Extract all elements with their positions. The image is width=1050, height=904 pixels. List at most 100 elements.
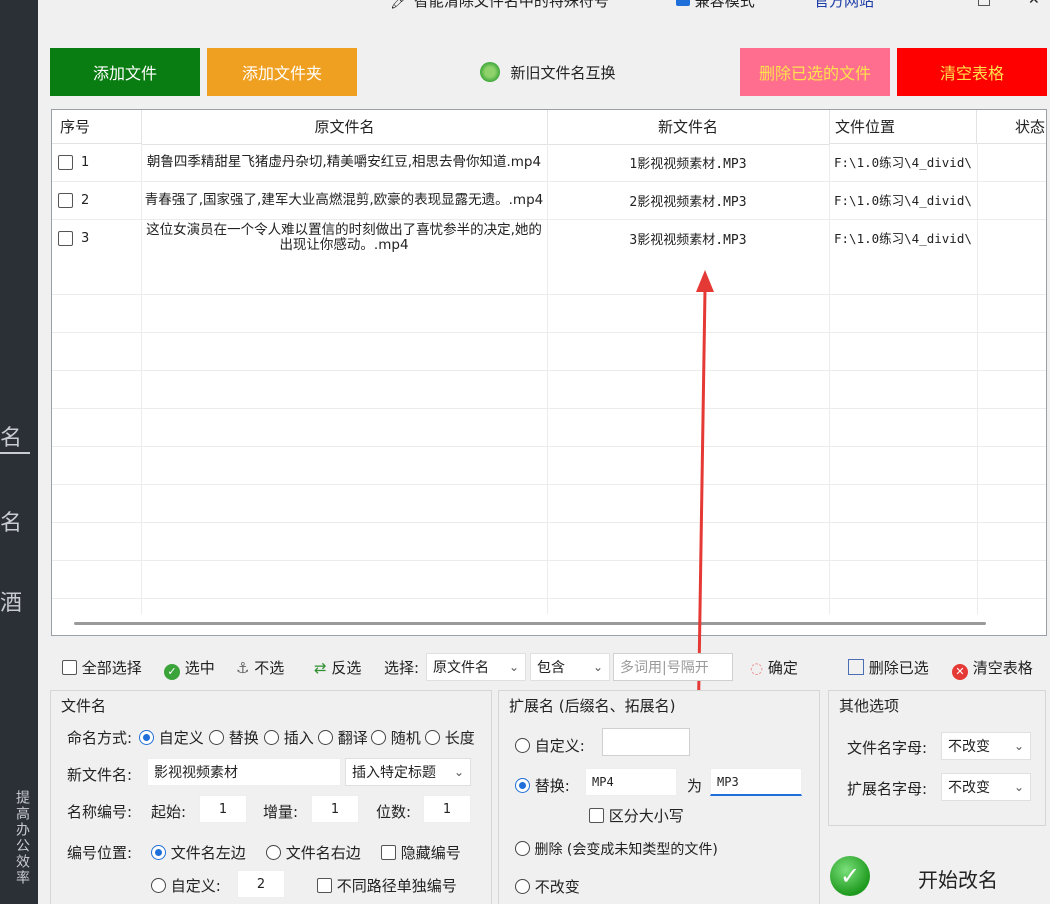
delete-icon xyxy=(848,659,864,675)
other-panel-title: 其他选项 xyxy=(839,697,900,715)
grid-column-line xyxy=(547,144,548,614)
other-options-panel: 其他选项 文件名字母: 不改变 ⌄ 扩展名字母: 不改变 ⌄ xyxy=(828,690,1046,826)
swap-names-button[interactable]: 新旧文件名互换 xyxy=(468,48,628,96)
new-name-cell: 3影视视频素材.MP3 xyxy=(629,232,747,248)
grid-column-line xyxy=(977,144,978,614)
new-name-input[interactable]: 影视视频素材 xyxy=(147,758,341,786)
position-right-radio[interactable]: 文件名右边 xyxy=(266,842,361,863)
mode-replace-radio[interactable]: 替换 xyxy=(209,727,259,748)
top-toolbar: 🖊 智能清除文件名中的特殊符号 兼容模式 官方网站 ✕ xyxy=(38,0,1050,10)
compat-mode-checkbox[interactable]: 兼容模式 xyxy=(676,0,755,10)
name-case-select[interactable]: 不改变 ⌄ xyxy=(941,732,1031,760)
horizontal-scrollbar[interactable] xyxy=(74,622,986,625)
name-case-label: 文件名字母: xyxy=(847,739,928,757)
select-button[interactable]: ✓ 选中 xyxy=(164,657,215,680)
custom-position-input[interactable]: 2 xyxy=(237,870,285,898)
new-name-cell: 1影视视频素材.MP3 xyxy=(629,156,747,172)
column-header-original[interactable]: 原文件名 xyxy=(142,110,548,145)
location-cell: F:\1.0练习\4_divid\ xyxy=(834,154,972,170)
mode-length-radio[interactable]: 长度 xyxy=(425,727,475,748)
delete-selected-files-button[interactable]: 删除已选的文件 xyxy=(740,48,890,96)
location-cell: F:\1.0练习\4_divid\ xyxy=(834,230,972,246)
table-row[interactable]: 3 这位女演员在一个令人难以置信的时刻做出了喜忧参半的决定,她的出现让你感动。.… xyxy=(52,219,1046,258)
filename-panel: 文件名 命名方式: 自定义 替换 插入 翻译 随机 长度 新文件名: 影视视频素… xyxy=(50,690,492,904)
select-all-checkbox[interactable]: 全部选择 xyxy=(62,657,142,678)
row-checkbox[interactable] xyxy=(58,230,73,246)
unselect-button[interactable]: ⚓ 不选 xyxy=(236,657,284,678)
field-select[interactable]: 原文件名 ⌄ xyxy=(426,653,526,681)
position-custom-radio[interactable]: 自定义: xyxy=(151,875,221,896)
ext-keep-radio[interactable]: 不改变 xyxy=(515,876,580,897)
mode-random-radio[interactable]: 随机 xyxy=(371,727,421,748)
ext-custom-radio[interactable]: 自定义: xyxy=(515,735,585,756)
original-name-cell: 青春强了,国家强了,建军大业高燃混剪,欧豪的表现显露无遗。.mp4 xyxy=(144,191,544,208)
column-header-location[interactable]: 文件位置 xyxy=(829,110,977,144)
increment-input[interactable]: 1 xyxy=(311,795,359,823)
original-name-cell: 这位女演员在一个令人难以置信的时刻做出了喜忧参半的决定,她的出现让你感动。.mp… xyxy=(146,222,542,253)
extension-panel: 扩展名 (后缀名、拓展名) 自定义: 替换: MP4 为 MP3 区分大小写 删… xyxy=(498,690,820,904)
replace-from-input[interactable]: MP4 xyxy=(585,768,677,796)
digits-input[interactable]: 1 xyxy=(423,795,471,823)
start-rename-button[interactable]: ✓ 开始改名 xyxy=(822,834,1050,904)
add-file-button[interactable]: 添加文件 xyxy=(50,48,200,96)
check-circle-icon: ✓ xyxy=(830,856,870,896)
grid-column-line xyxy=(829,144,830,614)
selection-bar: 全部选择 ✓ 选中 ⚓ 不选 ⇄ 反选 选择: 原文件名 ⌄ 包含 ⌄ 多词用|号隔… xyxy=(50,648,1050,686)
sidebar-glyph: 酒 xyxy=(0,591,23,616)
confirm-button[interactable]: ◌ 确定 xyxy=(750,657,798,678)
checked-icon xyxy=(676,0,690,6)
mode-insert-radio[interactable]: 插入 xyxy=(264,727,314,748)
mode-translate-radio[interactable]: 翻译 xyxy=(318,727,368,748)
mode-custom-radio[interactable]: 自定义 xyxy=(139,727,204,748)
delete-selected-button[interactable]: 删除已选 xyxy=(848,657,929,678)
path-number-checkbox[interactable]: 不同路径单独编号 xyxy=(317,875,457,896)
sidebar-underline xyxy=(0,452,30,454)
chevron-down-icon: ⌄ xyxy=(1013,739,1024,753)
close-circle-icon: ✕ xyxy=(952,664,968,680)
row-checkbox[interactable] xyxy=(58,154,73,170)
case-sensitive-checkbox[interactable]: 区分大小写 xyxy=(589,805,684,826)
new-name-label: 新文件名: xyxy=(67,766,133,784)
table-row[interactable]: 2 青春强了,国家强了,建军大业高燃混剪,欧豪的表现显露无遗。.mp4 2影视视… xyxy=(52,181,1046,220)
clear-table-button[interactable]: 清空表格 xyxy=(897,48,1047,96)
chevron-down-icon: ⌄ xyxy=(508,660,519,674)
invert-icon: ⇄ xyxy=(314,659,327,677)
column-header-status[interactable]: 状态 xyxy=(977,110,1046,144)
match-select[interactable]: 包含 ⌄ xyxy=(530,653,610,681)
choose-label: 选择: xyxy=(384,659,420,677)
ext-case-label: 扩展名字母: xyxy=(847,780,928,798)
original-name-cell: 朝鲁四季精甜星飞猪虚丹杂切,精美嚼安红豆,相思去骨你知道.mp4 xyxy=(146,153,542,170)
clear-table-small-button[interactable]: ✕ 清空表格 xyxy=(952,657,1033,680)
check-circle-icon: ✓ xyxy=(164,664,180,680)
official-site-link[interactable]: 官方网站 xyxy=(814,0,874,10)
start-input[interactable]: 1 xyxy=(199,795,247,823)
position-left-radio[interactable]: 文件名左边 xyxy=(151,842,246,863)
table-row[interactable]: 1 朝鲁四季精甜星飞猪虚丹杂切,精美嚼安红豆,相思去骨你知道.mp4 1影视视频… xyxy=(52,143,1046,182)
left-sidebar: 名 名 酒 提高办公效率 xyxy=(0,0,38,904)
position-label: 编号位置: xyxy=(67,844,133,862)
ext-custom-input[interactable] xyxy=(602,728,690,756)
start-label: 起始: xyxy=(151,803,187,821)
row-checkbox[interactable] xyxy=(58,192,73,208)
replace-to-input[interactable]: MP3 xyxy=(710,768,802,796)
filename-panel-title: 文件名 xyxy=(61,697,107,715)
ext-delete-radio[interactable]: 删除 (会变成未知类型的文件) xyxy=(515,839,718,859)
column-header-new[interactable]: 新文件名 xyxy=(547,110,830,145)
anchor-icon: ⚓ xyxy=(236,659,250,677)
hide-number-checkbox[interactable]: 隐藏编号 xyxy=(381,842,461,863)
add-folder-button[interactable]: 添加文件夹 xyxy=(207,48,357,96)
to-label: 为 xyxy=(687,777,703,795)
column-header-number[interactable]: 序号 xyxy=(52,110,142,144)
ext-case-select[interactable]: 不改变 ⌄ xyxy=(941,773,1031,801)
invert-button[interactable]: ⇄ 反选 xyxy=(314,657,361,678)
ext-replace-radio[interactable]: 替换: xyxy=(515,775,570,796)
increment-label: 增量: xyxy=(263,803,299,821)
keywords-input[interactable]: 多词用|号隔开 xyxy=(613,653,733,681)
sidebar-vertical-text: 提高办公效率 xyxy=(14,790,30,886)
clean-names-option[interactable]: 🖊 智能清除文件名中的特殊符号 xyxy=(390,0,609,10)
wand-icon: 🖊 xyxy=(390,0,410,10)
maximize-icon[interactable] xyxy=(978,0,990,6)
close-icon[interactable]: ✕ xyxy=(1028,0,1040,8)
empty-grid xyxy=(52,257,1046,607)
insert-title-select[interactable]: 插入特定标题 ⌄ xyxy=(345,758,471,786)
